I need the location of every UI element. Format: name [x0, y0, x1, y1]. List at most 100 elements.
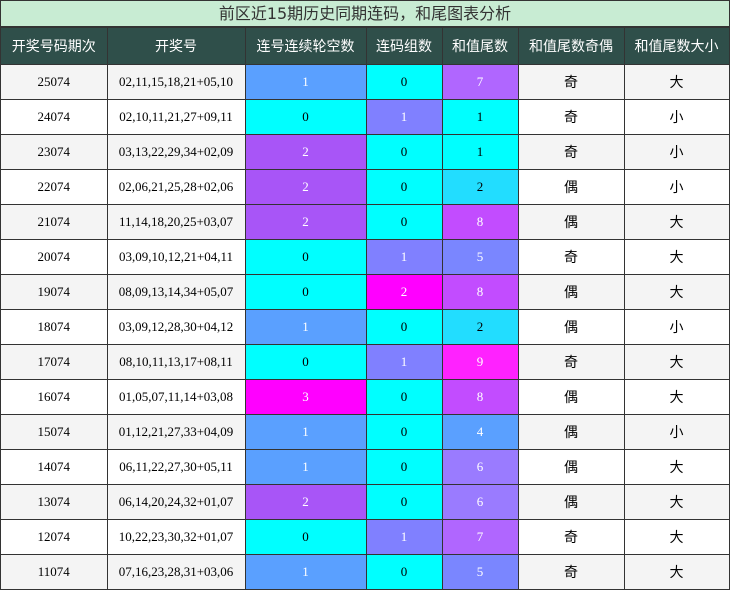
size-cell: 大 [623, 449, 730, 485]
lianma-groups-cell: 0 [365, 449, 443, 485]
size-cell: 大 [623, 274, 730, 310]
sum-tail-cell: 6 [441, 449, 519, 485]
numbers-cell: 06,14,20,24,32+01,07 [106, 484, 246, 520]
sum-tail-cell: 1 [441, 99, 519, 135]
period-cell: 17074 [1, 344, 108, 380]
sum-tail-cell: 8 [441, 379, 519, 415]
sum-tail-cell: 5 [441, 554, 519, 590]
header-sum-tail-size: 和值尾数大小 [623, 27, 730, 65]
sum-tail-cell: 2 [441, 309, 519, 345]
size-cell: 大 [623, 344, 730, 380]
consecutive-gap-cell: 0 [244, 519, 367, 555]
period-cell: 11074 [1, 554, 108, 590]
consecutive-gap-cell: 2 [244, 169, 367, 205]
sum-tail-cell: 9 [441, 344, 519, 380]
parity-cell: 偶 [517, 274, 625, 310]
period-cell: 13074 [1, 484, 108, 520]
numbers-cell: 08,09,13,14,34+05,07 [106, 274, 246, 310]
lianma-groups-cell: 0 [365, 484, 443, 520]
parity-cell: 奇 [517, 554, 625, 590]
size-cell: 大 [623, 379, 730, 415]
lianma-groups-cell: 1 [365, 239, 443, 275]
parity-cell: 偶 [517, 379, 625, 415]
size-cell: 小 [623, 169, 730, 205]
header-lianma-groups: 连码组数 [365, 27, 443, 65]
table-row: 13074 06,14,20,24,32+01,07 2 0 6 偶大 [1, 484, 730, 520]
numbers-cell: 03,13,22,29,34+02,09 [106, 134, 246, 170]
sum-tail-cell: 7 [441, 64, 519, 100]
sum-tail-cell: 2 [441, 169, 519, 205]
parity-cell: 偶 [517, 414, 625, 450]
consecutive-gap-cell: 0 [244, 274, 367, 310]
period-cell: 24074 [1, 99, 108, 135]
consecutive-gap-cell: 0 [244, 239, 367, 275]
period-cell: 15074 [1, 414, 108, 450]
table-row: 17074 08,10,11,13,17+08,11 0 1 9 奇大 [1, 344, 730, 380]
table-row: 23074 03,13,22,29,34+02,09 2 0 1 奇小 [1, 134, 730, 170]
parity-cell: 偶 [517, 204, 625, 240]
consecutive-gap-cell: 0 [244, 99, 367, 135]
sum-tail-cell: 1 [441, 134, 519, 170]
numbers-cell: 06,11,22,27,30+05,11 [106, 449, 246, 485]
size-cell: 大 [623, 484, 730, 520]
sum-tail-cell: 6 [441, 484, 519, 520]
lianma-groups-cell: 0 [365, 134, 443, 170]
header-sum-tail: 和值尾数 [441, 27, 519, 65]
numbers-cell: 08,10,11,13,17+08,11 [106, 344, 246, 380]
lianma-groups-cell: 2 [365, 274, 443, 310]
table-row: 21074 11,14,18,20,25+03,07 2 0 8 偶大 [1, 204, 730, 240]
header-period: 开奖号码期次 [1, 27, 108, 65]
header-numbers: 开奖号 [106, 27, 246, 65]
sum-tail-cell: 8 [441, 204, 519, 240]
size-cell: 小 [623, 414, 730, 450]
parity-cell: 偶 [517, 449, 625, 485]
lianma-groups-cell: 0 [365, 169, 443, 205]
table-row: 24074 02,10,11,21,27+09,11 0 1 1 奇小 [1, 99, 730, 135]
consecutive-gap-cell: 1 [244, 449, 367, 485]
period-cell: 20074 [1, 239, 108, 275]
numbers-cell: 01,05,07,11,14+03,08 [106, 379, 246, 415]
numbers-cell: 01,12,21,27,33+04,09 [106, 414, 246, 450]
period-cell: 16074 [1, 379, 108, 415]
table-row: 14074 06,11,22,27,30+05,11 1 0 6 偶大 [1, 449, 730, 485]
parity-cell: 奇 [517, 134, 625, 170]
sum-tail-cell: 5 [441, 239, 519, 275]
numbers-cell: 02,11,15,18,21+05,10 [106, 64, 246, 100]
table-row: 25074 02,11,15,18,21+05,10 1 0 7 奇大 [1, 64, 730, 100]
period-cell: 12074 [1, 519, 108, 555]
parity-cell: 奇 [517, 64, 625, 100]
table-row: 15074 01,12,21,27,33+04,09 1 0 4 偶小 [1, 414, 730, 450]
table-row: 20074 03,09,10,12,21+04,11 0 1 5 奇大 [1, 239, 730, 275]
consecutive-gap-cell: 1 [244, 64, 367, 100]
consecutive-gap-cell: 1 [244, 554, 367, 590]
consecutive-gap-cell: 1 [244, 414, 367, 450]
numbers-cell: 02,06,21,25,28+02,06 [106, 169, 246, 205]
table-row: 16074 01,05,07,11,14+03,08 3 0 8 偶大 [1, 379, 730, 415]
consecutive-gap-cell: 3 [244, 379, 367, 415]
parity-cell: 奇 [517, 239, 625, 275]
size-cell: 大 [623, 64, 730, 100]
numbers-cell: 03,09,10,12,21+04,11 [106, 239, 246, 275]
size-cell: 大 [623, 519, 730, 555]
lianma-groups-cell: 0 [365, 204, 443, 240]
lianma-groups-cell: 1 [365, 519, 443, 555]
numbers-cell: 07,16,23,28,31+03,06 [106, 554, 246, 590]
consecutive-gap-cell: 0 [244, 344, 367, 380]
numbers-cell: 10,22,23,30,32+01,07 [106, 519, 246, 555]
size-cell: 大 [623, 239, 730, 275]
consecutive-gap-cell: 2 [244, 134, 367, 170]
consecutive-gap-cell: 2 [244, 204, 367, 240]
period-cell: 19074 [1, 274, 108, 310]
parity-cell: 偶 [517, 484, 625, 520]
parity-cell: 奇 [517, 519, 625, 555]
size-cell: 大 [623, 204, 730, 240]
parity-cell: 偶 [517, 309, 625, 345]
numbers-cell: 11,14,18,20,25+03,07 [106, 204, 246, 240]
lianma-groups-cell: 0 [365, 64, 443, 100]
lianma-groups-cell: 0 [365, 554, 443, 590]
consecutive-gap-cell: 1 [244, 309, 367, 345]
sum-tail-cell: 7 [441, 519, 519, 555]
table-row: 19074 08,09,13,14,34+05,07 0 2 8 偶大 [1, 274, 730, 310]
header-sum-tail-parity: 和值尾数奇偶 [517, 27, 625, 65]
sum-tail-cell: 8 [441, 274, 519, 310]
